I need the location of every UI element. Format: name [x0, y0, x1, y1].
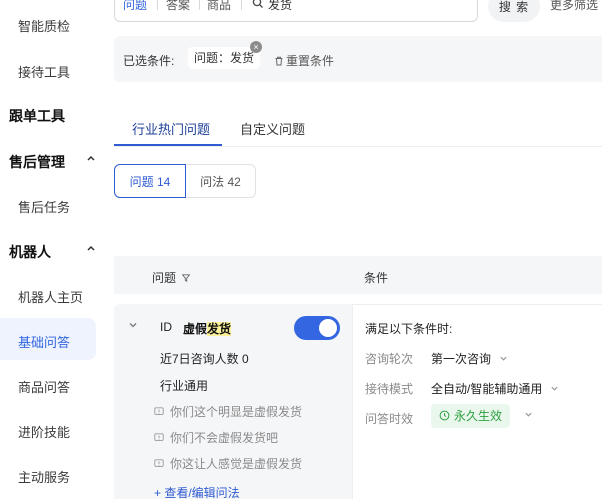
condition-select-consult-round[interactable]: 第一次咨询 — [431, 350, 508, 367]
toggle-phrasings[interactable]: 问法 42 — [186, 164, 256, 198]
chevron-down-icon[interactable] — [128, 320, 138, 333]
divider — [157, 0, 158, 10]
sidebar: 智能质检 接待工具 跟单工具 售后管理 售后任务 机器人 机器人主页 基础问答 … — [0, 0, 100, 499]
condition-label-validity: 问答时效 — [365, 412, 414, 426]
chevron-down-icon[interactable] — [524, 410, 533, 422]
divider — [241, 0, 242, 10]
question-scope: 行业通用 — [160, 379, 209, 393]
question-title-highlight: 发货 — [207, 322, 232, 336]
sidebar-group-order-tools[interactable]: 跟单工具 — [9, 106, 65, 126]
column-header-question-label: 问题 — [152, 271, 177, 285]
chevron-up-icon[interactable] — [86, 153, 96, 166]
search-input[interactable]: 发货 — [268, 0, 292, 13]
condition-title: 满足以下条件时: — [365, 322, 453, 336]
alt-phrasing: 你们不会虚假发货吧 — [154, 429, 278, 446]
search-scope-question[interactable]: 问题 — [123, 0, 147, 13]
clock-icon — [439, 405, 450, 421]
enable-toggle[interactable] — [294, 316, 340, 340]
condition-select-reception-mode[interactable]: 全自动/智能辅助通用 — [431, 380, 559, 397]
column-header-question[interactable]: 问题 — [152, 269, 191, 286]
condition-label-consult-round: 咨询轮次 — [365, 352, 414, 366]
sidebar-item-product-qa[interactable]: 商品问答 — [18, 377, 70, 396]
message-icon — [154, 432, 164, 442]
condition-label-reception-mode: 接待模式 — [365, 382, 414, 396]
question-id-label: ID — [160, 320, 172, 334]
alt-phrasing-text: 你这让人感觉是虚假发货 — [170, 457, 303, 471]
app-root: 智能质检 接待工具 跟单工具 售后管理 售后任务 机器人 机器人主页 基础问答 … — [0, 0, 602, 499]
column-header-condition: 条件 — [364, 271, 389, 285]
alt-phrasing-text: 你们不会虚假发货吧 — [170, 431, 279, 445]
condition-value: 全自动/智能辅助通用 — [431, 382, 543, 396]
filter-chip: 问题：发货 — [188, 47, 261, 69]
filter-icon[interactable] — [181, 271, 191, 282]
tab-active-indicator — [114, 144, 222, 146]
divider — [199, 0, 200, 10]
sidebar-group-after-sales[interactable]: 售后管理 — [9, 152, 65, 172]
search-button[interactable]: 搜 索 — [488, 0, 540, 22]
sidebar-item-reception-tools[interactable]: 接待工具 — [18, 62, 70, 81]
sidebar-item-proactive-service[interactable]: 主动服务 — [18, 467, 70, 486]
reset-filters-button[interactable]: 重置条件 — [274, 52, 334, 69]
question-title[interactable]: 虚假发货 — [183, 320, 232, 337]
alt-phrasing: 你们这个明显是虚假发货 — [154, 403, 302, 420]
alt-phrasing: 你这让人感觉是虚假发货 — [154, 455, 302, 472]
search-scope-product[interactable]: 商品 — [207, 0, 231, 13]
sidebar-item-robot-home[interactable]: 机器人主页 — [18, 287, 83, 306]
sidebar-item-smart-qc[interactable]: 智能质检 — [18, 16, 70, 35]
chevron-down-icon — [550, 384, 559, 396]
search-scope-answer[interactable]: 答案 — [166, 0, 190, 13]
trash-icon — [274, 55, 284, 66]
message-icon — [154, 406, 164, 416]
view-edit-phrasings-link[interactable]: + 查看/编辑问法 — [154, 484, 240, 499]
more-filters-link[interactable]: 更多筛选 — [550, 0, 598, 13]
search-icon — [252, 0, 266, 10]
consult-count: 近7日咨询人数 0 — [160, 352, 249, 366]
sidebar-item-after-sales-tasks[interactable]: 售后任务 — [18, 197, 70, 216]
validity-select[interactable]: 永久生效 — [431, 404, 511, 428]
reset-filters-label: 重置条件 — [286, 54, 335, 68]
tab-custom[interactable]: 自定义问题 — [240, 119, 305, 138]
tabs-divider — [114, 146, 602, 147]
toggle-knob — [319, 319, 337, 337]
sidebar-item-basic-qa[interactable]: 基础问答 — [18, 332, 70, 351]
tab-industry-hot[interactable]: 行业热门问题 — [132, 119, 210, 138]
condition-value: 第一次咨询 — [431, 352, 492, 366]
filter-label: 已选条件: — [123, 54, 175, 68]
chevron-down-icon — [499, 354, 508, 366]
question-title-prefix: 虚假 — [183, 322, 208, 336]
close-icon[interactable]: × — [250, 41, 262, 53]
validity-value: 永久生效 — [454, 409, 503, 423]
sidebar-item-advanced-skills[interactable]: 进阶技能 — [18, 422, 70, 441]
chevron-up-icon[interactable] — [86, 243, 96, 256]
message-icon — [154, 458, 164, 468]
toggle-questions[interactable]: 问题 14 — [114, 164, 186, 198]
sidebar-group-robot[interactable]: 机器人 — [9, 242, 51, 262]
alt-phrasing-text: 你们这个明显是虚假发货 — [170, 405, 303, 419]
